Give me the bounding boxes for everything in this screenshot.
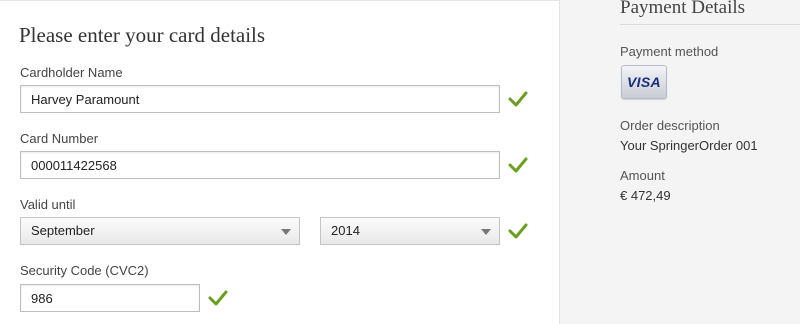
valid-until-label: Valid until [20, 197, 76, 212]
visa-card-icon: VISA [621, 65, 667, 99]
payment-method-label: Payment method [620, 44, 719, 59]
order-description-label: Order description [620, 118, 720, 133]
sidebar-divider [620, 24, 800, 25]
cardholder-name-input[interactable] [20, 85, 500, 113]
card-number-check-icon [508, 155, 528, 175]
amount-label: Amount [620, 168, 665, 183]
payment-details-title: Payment Details [620, 0, 746, 18]
form-title: Please enter your card details [19, 23, 266, 47]
expiry-year-select[interactable]: 2014 [320, 217, 500, 245]
card-number-input[interactable] [20, 151, 500, 179]
expiry-month-value: September [31, 223, 95, 238]
card-details-panel: Please enter your card details Cardholde… [0, 0, 560, 324]
security-code-input[interactable] [20, 284, 200, 312]
cardholder-name-label: Cardholder Name [20, 65, 123, 80]
cardholder-check-icon [508, 89, 528, 109]
expiry-year-value: 2014 [331, 223, 360, 238]
security-code-check-icon [208, 288, 228, 308]
expiry-month-select[interactable]: September [20, 217, 300, 245]
order-description-value: Your SpringerOrder 001 [620, 138, 758, 153]
chevron-down-icon [281, 229, 291, 235]
amount-value: € 472,49 [620, 188, 671, 203]
card-number-label: Card Number [20, 131, 99, 146]
chevron-down-icon [481, 229, 491, 235]
security-code-label: Security Code (CVC2) [20, 263, 149, 278]
expiry-check-icon [508, 221, 528, 241]
